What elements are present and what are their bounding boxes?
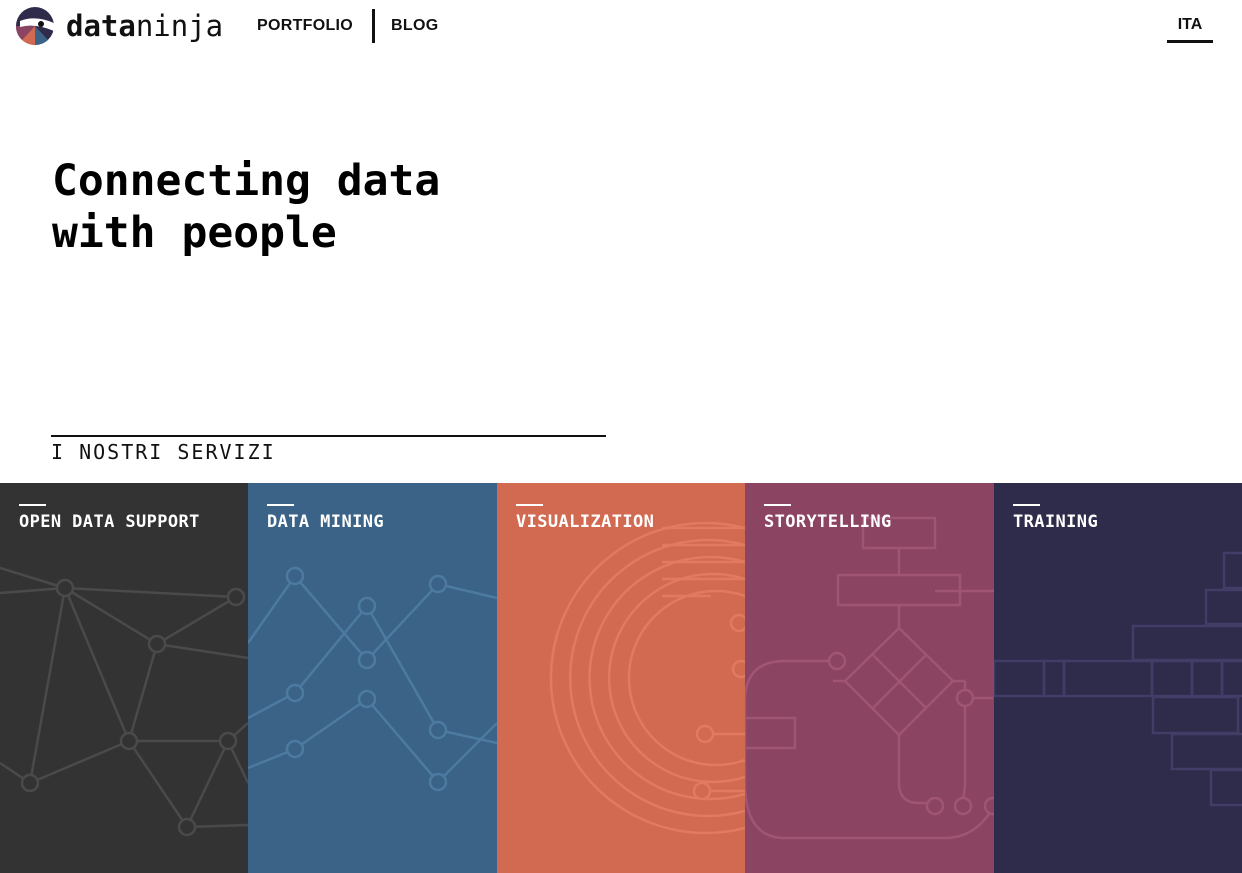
nav-link-portfolio[interactable]: PORTFOLIO bbox=[257, 17, 353, 35]
line-chart-pattern bbox=[248, 566, 497, 792]
flowchart-pattern bbox=[745, 516, 994, 840]
services-panels: OPEN DATA SUPPORT DATA MINING VISUALIZAT… bbox=[0, 483, 1242, 873]
language-switch[interactable]: ITA bbox=[1167, 9, 1213, 43]
panel-dash bbox=[1013, 504, 1040, 506]
logo[interactable]: dataninja bbox=[16, 7, 223, 45]
services-divider bbox=[51, 435, 606, 437]
hero-line-1: Connecting data bbox=[52, 156, 441, 206]
main-nav: PORTFOLIO BLOG bbox=[257, 9, 438, 43]
brick-wall-pattern bbox=[994, 551, 1242, 807]
nav-divider bbox=[372, 9, 376, 43]
logo-wordmark-bold: data bbox=[66, 8, 136, 43]
service-label: TRAINING bbox=[1013, 512, 1099, 532]
ninja-logo-icon bbox=[16, 7, 54, 45]
nav-link-blog[interactable]: BLOG bbox=[391, 17, 438, 35]
panel-dash bbox=[19, 504, 46, 506]
service-panel-data-mining[interactable]: DATA MINING bbox=[248, 483, 497, 873]
logo-wordmark: dataninja bbox=[66, 8, 224, 43]
network-graph-pattern bbox=[0, 566, 248, 837]
service-panel-open-data-support[interactable]: OPEN DATA SUPPORT bbox=[0, 483, 248, 873]
concentric-arcs-pattern bbox=[549, 521, 745, 835]
panel-dash bbox=[764, 504, 791, 506]
panel-dash bbox=[516, 504, 543, 506]
service-panel-training[interactable]: TRAINING bbox=[994, 483, 1242, 873]
service-label: STORYTELLING bbox=[764, 512, 892, 532]
panel-dash bbox=[267, 504, 294, 506]
service-label: VISUALIZATION bbox=[516, 512, 655, 532]
hero-heading: Connecting data with people bbox=[52, 155, 652, 259]
service-label: OPEN DATA SUPPORT bbox=[19, 512, 200, 532]
hero-line-2: with people bbox=[52, 208, 337, 258]
services-title: I NOSTRI SERVIZI bbox=[51, 440, 276, 464]
service-panel-visualization[interactable]: VISUALIZATION bbox=[497, 483, 745, 873]
site-header: dataninja PORTFOLIO BLOG ITA bbox=[0, 0, 1242, 56]
logo-wordmark-light: ninja bbox=[135, 8, 224, 43]
service-panel-storytelling[interactable]: STORYTELLING bbox=[745, 483, 994, 873]
service-label: DATA MINING bbox=[267, 512, 384, 532]
